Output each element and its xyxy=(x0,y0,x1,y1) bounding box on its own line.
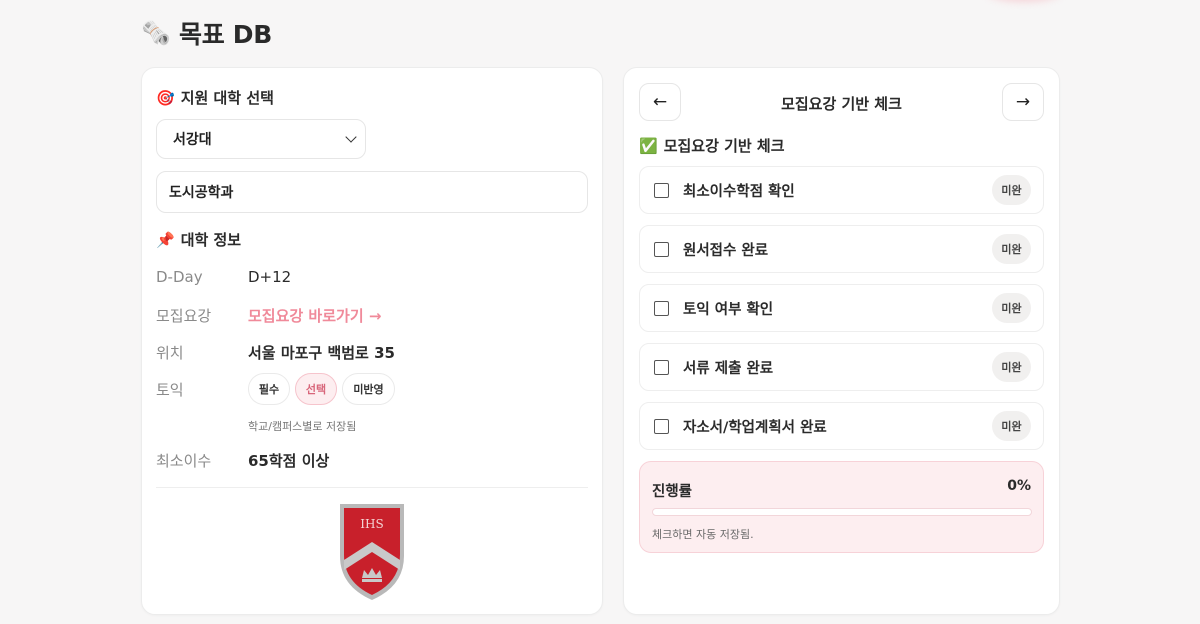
pushpin-icon: 📌 xyxy=(156,230,175,249)
department-input-value: 도시공학과 xyxy=(169,185,234,201)
emblem-text: IHS xyxy=(360,517,383,531)
toeic-option-not-reflected[interactable]: 미반영 xyxy=(342,373,395,405)
checkbox[interactable] xyxy=(654,418,669,434)
checklist-item[interactable]: 서류 제출 완료 미완 xyxy=(639,343,1044,391)
location-value: 서울 마포구 백범로 35 xyxy=(248,344,395,362)
page-title: 목표 DB xyxy=(179,20,273,49)
checklist-item[interactable]: 원서접수 완료 미완 xyxy=(639,225,1044,273)
checklist-item-label: 토익 여부 확인 xyxy=(683,301,774,318)
status-badge: 미완 xyxy=(992,175,1031,205)
checklist-item-label: 서류 제출 완료 xyxy=(683,360,774,377)
decorative-blob xyxy=(985,0,1063,2)
checklist-item[interactable]: 자소서/학업계획서 완료 미완 xyxy=(639,402,1044,450)
min-credits-label: 최소이수 xyxy=(156,452,212,470)
target-icon: 🎯 xyxy=(156,88,175,107)
checkbox[interactable] xyxy=(654,300,669,316)
progress-percent: 0% xyxy=(1007,478,1031,494)
page-header: 🗞️ 목표 DB xyxy=(141,16,272,50)
university-select[interactable]: 서강대 xyxy=(156,119,366,159)
newspaper-icon: 🗞️ xyxy=(141,19,171,47)
location-label: 위치 xyxy=(156,344,184,362)
checklist-item-label: 자소서/학업계획서 완료 xyxy=(683,419,827,436)
checklist-section-title: ✅ 모집요강 기반 체크 xyxy=(639,135,785,156)
checklist-card: ← 모집요강 기반 체크 → ✅ 모집요강 기반 체크 최소이수학점 확인 미완… xyxy=(623,67,1060,615)
toeic-option-required[interactable]: 필수 xyxy=(248,373,290,405)
progress-label: 진행률 xyxy=(652,484,693,500)
check-mark-icon: ✅ xyxy=(639,136,658,155)
select-section-title: 🎯 지원 대학 선택 xyxy=(156,87,274,108)
toeic-hint: 학교/캠퍼스별로 저장됨 xyxy=(248,420,357,433)
status-badge: 미완 xyxy=(992,411,1031,441)
university-select-value: 서강대 xyxy=(173,132,212,148)
university-emblem: IHS xyxy=(340,504,404,600)
checklist-nav-title: 모집요강 기반 체크 xyxy=(781,95,902,113)
info-section-title: 📌 대학 정보 xyxy=(156,229,241,250)
checkbox[interactable] xyxy=(654,359,669,375)
checklist-item[interactable]: 토익 여부 확인 미완 xyxy=(639,284,1044,332)
checklist-item[interactable]: 최소이수학점 확인 미완 xyxy=(639,166,1044,214)
status-badge: 미완 xyxy=(992,293,1031,323)
dday-value: D+12 xyxy=(248,268,292,286)
next-button[interactable]: → xyxy=(1002,83,1044,121)
checkbox[interactable] xyxy=(654,241,669,257)
dday-label: D-Day xyxy=(156,268,203,286)
progress-note: 체크하면 자동 저장됨. xyxy=(652,528,754,541)
status-badge: 미완 xyxy=(992,234,1031,264)
select-section-label: 지원 대학 선택 xyxy=(180,89,274,107)
department-input[interactable]: 도시공학과 xyxy=(156,171,588,213)
checkbox[interactable] xyxy=(654,182,669,198)
checklist-item-label: 최소이수학점 확인 xyxy=(683,183,795,200)
checklist-section-label: 모집요강 기반 체크 xyxy=(663,137,785,155)
divider xyxy=(156,487,588,488)
toeic-option-optional[interactable]: 선택 xyxy=(295,373,337,405)
info-section-label: 대학 정보 xyxy=(180,231,242,249)
progress-bar xyxy=(652,508,1032,516)
university-card: 🎯 지원 대학 선택 서강대 도시공학과 📌 대학 정보 D-Day D+12 … xyxy=(141,67,603,615)
status-badge: 미완 xyxy=(992,352,1031,382)
min-credits-value: 65학점 이상 xyxy=(248,452,330,470)
checklist-item-label: 원서접수 완료 xyxy=(683,242,769,259)
chevron-down-icon xyxy=(345,131,357,143)
guideline-link[interactable]: 모집요강 바로가기 → xyxy=(248,305,381,326)
progress-panel: 진행률 0% 체크하면 자동 저장됨. xyxy=(639,461,1044,553)
toeic-label: 토익 xyxy=(156,381,184,399)
guideline-label: 모집요강 xyxy=(156,307,212,325)
